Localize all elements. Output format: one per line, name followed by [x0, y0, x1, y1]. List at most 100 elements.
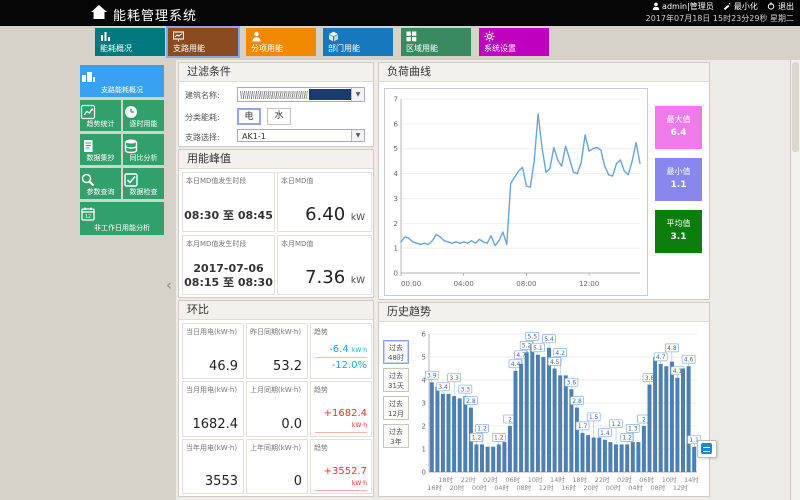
month-md-value-cell: 本月MD值 7.36 kW [277, 235, 372, 295]
period-48h-button[interactable]: 过去48时 [383, 340, 409, 364]
filter-panel: 过滤条件 建筑名称: ▼ 分类能耗: 电 水 支路选择: AK1-1 ▼ [178, 62, 374, 147]
chevron-down-icon[interactable]: ▼ [351, 130, 364, 141]
user-icon [652, 2, 660, 10]
home-icon [90, 4, 108, 20]
sidebar-item-trend-statistics[interactable]: 趋势统计 [80, 100, 121, 131]
minimize-button[interactable]: 最小化 [723, 2, 758, 11]
svg-text:06时: 06时 [639, 475, 654, 484]
year-trend-delta: +3552.7 kW·h [315, 466, 367, 491]
energy-management-screen: 能耗管理系统 admin|管理员 最小化 退出 2017年07月18日 15时2… [0, 0, 800, 500]
sidebar-collapse-handle[interactable]: ‹ [166, 276, 172, 294]
svg-text:04时: 04时 [494, 483, 509, 492]
sidebar-item-yoy-analysis[interactable]: 同比分析 [123, 134, 164, 165]
svg-text:08时: 08时 [517, 483, 532, 492]
history-trend-title: 历史趋势 [379, 303, 709, 322]
search-icon [80, 172, 96, 188]
history-bar-chart: 01234563.93.43.33.32.81.21.21.224.44.75.… [415, 326, 705, 494]
period-3y-button[interactable]: 过去3年 [383, 424, 409, 448]
svg-text:06时: 06时 [505, 475, 520, 484]
checkbox-icon [123, 172, 139, 188]
sidebar-item-hourly-energy[interactable]: 逐时用能 [123, 100, 164, 131]
nav-tab-system-settings[interactable]: 系统设置 [479, 28, 549, 56]
scrollbar-thumb[interactable] [792, 62, 799, 152]
history-bar-svg: 01234563.93.43.33.32.81.21.21.224.44.75.… [415, 326, 705, 494]
logout-button[interactable]: 退出 [767, 2, 794, 11]
svg-text:14时: 14时 [550, 475, 565, 484]
svg-text:3: 3 [394, 195, 398, 203]
chevron-down-icon[interactable]: ▼ [351, 88, 364, 101]
svg-text:12: 12 [85, 214, 91, 220]
database-icon [123, 138, 139, 154]
top-bar: 能耗管理系统 admin|管理员 最小化 退出 2017年07月18日 15时2… [0, 0, 800, 26]
year-usage-cell: 当年用电(kW·h) 3553 [182, 439, 244, 494]
sidebar-item-parameter-query[interactable]: 参数查询 [80, 168, 121, 199]
period-12m-button[interactable]: 过去12月 [383, 396, 409, 420]
load-curve-panel: 负荷曲线 0123456700:0004:0008:0012:00 最大值6.4… [378, 62, 710, 300]
lastmonth-usage-cell: 上月同期(kW·h) 0.0 [246, 381, 308, 437]
sidebar-item-data-collection[interactable]: 数据集抄 [80, 134, 121, 165]
lastyear-usage-cell: 上年同期(kW·h) 0 [246, 439, 308, 494]
svg-text:12时: 12时 [673, 483, 688, 492]
period-31d-button[interactable]: 过去31天 [383, 368, 409, 392]
today-usage-cell: 当日用电(kW·h) 46.9 [182, 323, 244, 379]
sidebar-item-branch-overview[interactable]: 支路能耗概况 [80, 65, 164, 97]
load-curve-title: 负荷曲线 [379, 63, 709, 82]
svg-text:1.2: 1.2 [477, 426, 487, 433]
user-menu[interactable]: admin|管理员 [652, 2, 714, 11]
minimize-icon [723, 2, 731, 10]
app-title: 能耗管理系统 [113, 5, 197, 24]
svg-text:4.7: 4.7 [516, 352, 526, 359]
svg-text:2.8: 2.8 [572, 398, 582, 405]
today-md-period: 08:30 至 08:45 [183, 207, 274, 223]
day-trend-cell: 趋势 -6.4 kW·h -12.0% [310, 323, 372, 379]
nav-tab-branch-energy[interactable]: 支路用能 [168, 28, 238, 56]
branch-select[interactable]: AK1-1 ▼ [237, 129, 365, 142]
nav-tab-department-energy[interactable]: 部门用能 [323, 28, 393, 56]
svg-text:1: 1 [394, 245, 398, 253]
svg-text:1.2: 1.2 [622, 435, 632, 442]
svg-text:1.2: 1.2 [494, 435, 504, 442]
svg-text:3.6: 3.6 [567, 380, 577, 387]
chart-tool-bubble[interactable] [697, 440, 717, 458]
svg-text:16时: 16时 [561, 483, 576, 492]
svg-text:4.1: 4.1 [673, 368, 683, 375]
category-water-button[interactable]: 水 [267, 108, 291, 125]
svg-text:5.2: 5.2 [522, 343, 532, 350]
ring-ratio-title: 环比 [179, 301, 373, 320]
svg-text:02时: 02时 [483, 475, 498, 484]
svg-text:16时: 16时 [427, 483, 442, 492]
peak-panel-title: 用能峰值 [179, 150, 373, 169]
filter-panel-title: 过滤条件 [179, 63, 373, 82]
building-name-select[interactable]: ▼ [237, 87, 365, 102]
max-value-box: 最大值6.4 [655, 106, 702, 149]
nav-tab-energy-overview[interactable]: 能耗概况 [95, 28, 165, 56]
svg-text:12:00: 12:00 [579, 280, 599, 288]
svg-text:5.4: 5.4 [544, 336, 554, 343]
svg-text:20时: 20时 [450, 483, 465, 492]
today-md-value-cell: 本日MD值 6.40 kW [277, 172, 372, 232]
svg-text:4.6: 4.6 [684, 357, 694, 364]
nav-tab-category-energy[interactable]: 分项用能 [246, 28, 316, 56]
svg-text:3.9: 3.9 [427, 373, 437, 380]
svg-text:2: 2 [422, 423, 426, 431]
svg-text:5.5: 5.5 [528, 334, 538, 341]
buildings-icon [80, 69, 96, 85]
yesterday-usage-cell: 昨日同期(kW·h) 53.2 [246, 323, 308, 379]
svg-text:4.2: 4.2 [555, 350, 565, 357]
category-electric-button[interactable]: 电 [237, 108, 261, 125]
document-icon [80, 138, 96, 154]
ring-ratio-panel: 环比 当日用电(kW·h) 46.9 昨日同期(kW·h) 53.2 趋势 -6… [178, 300, 374, 497]
building-name-label: 建筑名称: [185, 90, 220, 101]
refresh-icon [701, 443, 712, 454]
svg-text:0: 0 [394, 270, 398, 278]
month-usage-cell: 当月用电(kW·h) 1682.4 [182, 381, 244, 437]
scrollbar[interactable] [790, 60, 800, 500]
svg-text:20时: 20时 [584, 483, 599, 492]
sidebar-item-nonworkday-analysis[interactable]: 12 非工作日用能分析 [80, 202, 164, 235]
sidebar-item-data-check[interactable]: 数据检查 [123, 168, 164, 199]
svg-text:14时: 14时 [684, 475, 699, 484]
today-md-period-cell: 本日MD值发生时段 08:30 至 08:45 [182, 172, 275, 232]
svg-text:1.5: 1.5 [589, 414, 599, 421]
month-trend-cell: 趋势 +1682.4 kW·h [310, 381, 372, 437]
nav-tab-area-energy[interactable]: 区域用能 [401, 28, 471, 56]
